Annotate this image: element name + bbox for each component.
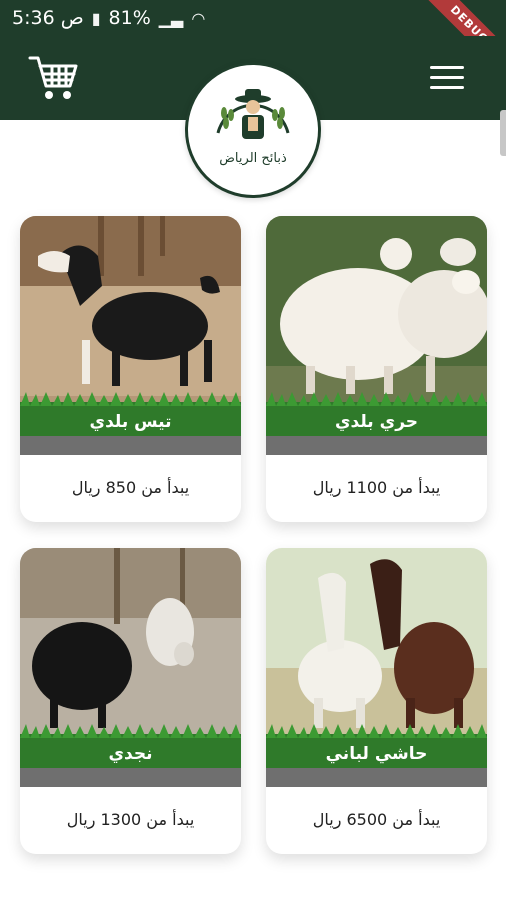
status-left: 5:36 ص ▮ 81% ▁▃ ◠	[12, 7, 205, 29]
name-bar	[266, 436, 487, 455]
menu-button[interactable]	[430, 66, 464, 90]
product-price: يبدأ من 1100 ريال	[312, 478, 441, 497]
product-price: يبدأ من 1300 ريال	[66, 810, 195, 829]
product-card[interactable]: تيس بلدي يبدأ من 850 ريال	[20, 216, 241, 522]
product-name: نجدي	[108, 744, 153, 764]
cart-icon	[28, 56, 78, 99]
menu-line	[430, 86, 464, 89]
name-bar	[20, 768, 241, 787]
name-bar	[20, 436, 241, 455]
wifi-icon: ◠	[191, 8, 206, 28]
battery-icon: ▮	[91, 8, 101, 28]
farmer-logo-icon	[216, 89, 290, 139]
product-price: يبدأ من 850 ريال	[71, 478, 190, 497]
app-logo: ذبائح الرياض	[185, 62, 321, 198]
status-time: 5:36 ص	[12, 7, 84, 29]
product-price: يبدأ من 6500 ريال	[312, 810, 441, 829]
edge-handle	[500, 110, 506, 156]
menu-line	[430, 76, 464, 79]
product-card[interactable]: حاشي لباني يبدأ من 6500 ريال	[266, 548, 487, 854]
battery-percent: 81%	[108, 7, 151, 29]
product-name: حري بلدي	[334, 412, 419, 432]
logo-text: ذبائح الرياض	[219, 151, 287, 166]
product-name: تيس بلدي	[89, 412, 172, 432]
product-name: حاشي لباني	[325, 744, 428, 764]
status-bar: 5:36 ص ▮ 81% ▁▃ ◠ DEBUG	[0, 0, 506, 86]
cart-button[interactable]	[28, 54, 78, 102]
menu-line	[430, 66, 464, 69]
signal-icon: ▁▃	[158, 8, 184, 28]
product-card[interactable]: نجدي يبدأ من 1300 ريال	[20, 548, 241, 854]
name-bar	[266, 768, 487, 787]
product-card[interactable]: حري بلدي يبدأ من 1100 ريال	[266, 216, 487, 522]
